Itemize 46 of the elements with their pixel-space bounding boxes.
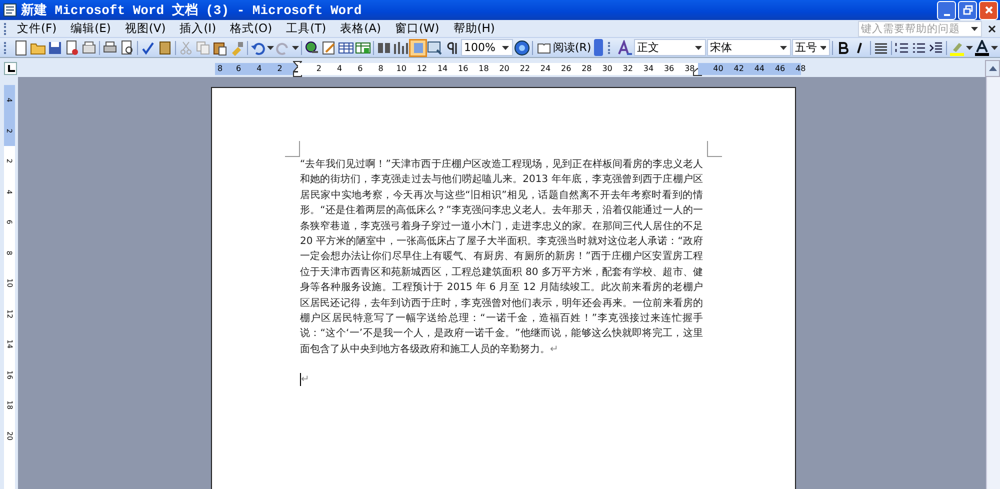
ruler-number: 16 — [457, 62, 470, 74]
ruler-number: 30 — [601, 62, 614, 74]
menu-item[interactable]: 格式(O) — [225, 21, 282, 36]
ruler-number: 2 — [276, 62, 284, 74]
ruler-number: 32 — [622, 62, 634, 74]
paragraph: “去年我们见过啊！”天津市西于庄棚户区改造工程现场，见到正在样板间看房的李忠义老人和她的街坊们，李克强走过去与他们唠起嗑儿来。2013 年年底，李克强曾到西于庄棚户区居民家中实地考察，今天再次与这些“旧相识”相见，话题自然离不开去年考察时看到的情形。“还是住着两层的高低床么？”李克强问李忠义老人。去年那天，沿着仅能通过一人的一条狭窄巷道，李克强弓着身子穿过一道小木门，走进李忠义的家。在那间三代人居住的不足 20 平方米的陋室中，一张高低床占了屋子大半面积。李克强当时就对这位老人承诺：“政府一定会想办法让你们尽早住上有暖气、有厨房、有厕所的新房！”西于庄棚户区安置房工程位于天津市西青区和苑新城西区，工程总建筑面积 80 多万平方米，配套有学校、超市、健身等各种服务设施。工程预计于 2015 年 6 月至 12 月陆续竣工。此次前来看房的老棚户区居民还记得，去年到访西于庄时，李克强曾对他们表示，明年还会再来。一位前来看房的棚户区居民特意写了一幅字送给总理：“一诺千金，造福百姓！”李克强接过来连忙握手说：“这个‘一’不是我一个人，是政府一诺千金。”他继而说，能够这么快就即将完工，这里面包含了从中央到地方各级政府和施工人员的辛勤努力。↵ — [300, 158, 703, 357]
ruler-number: 48 — [794, 62, 807, 74]
ruler-number: 14 — [436, 62, 449, 74]
ruler-number: 4 — [336, 62, 344, 74]
ruler-number: 34 — [642, 62, 655, 74]
ruler-number: 10 — [395, 62, 408, 74]
menu-item[interactable]: 表格(A) — [335, 21, 390, 36]
menu-item[interactable]: 插入(I) — [174, 21, 226, 36]
ruler-number: 22 — [518, 62, 531, 74]
ruler-number: 24 — [539, 62, 552, 74]
menu-item[interactable]: 编辑(E) — [66, 21, 120, 36]
font-dropdown[interactable]: 宋体 — [707, 39, 792, 56]
ruler-number: 6 — [235, 62, 242, 74]
ruler-number: 18 — [478, 62, 490, 74]
ruler-number: 42 — [732, 62, 745, 74]
menu-item[interactable]: 工具(T) — [281, 21, 336, 36]
ruler-number: 12 — [416, 62, 428, 74]
menu-item[interactable]: 帮助(H) — [448, 21, 504, 36]
ruler-number: 46 — [774, 62, 786, 74]
style-dropdown[interactable]: 正文 — [634, 39, 706, 56]
ruler-number: 8 — [216, 62, 224, 74]
ruler-number: 28 — [580, 62, 593, 74]
ruler-number: 38 — [684, 62, 696, 74]
menu-item[interactable]: 文件(F) — [12, 21, 66, 36]
ruler-number: 20 — [498, 62, 510, 74]
ruler-number: 4 — [256, 62, 263, 74]
help-search-field[interactable]: 键入需要帮助的问题 — [858, 20, 982, 36]
ruler-number: 8 — [377, 62, 384, 74]
paragraph-mark: ↵ — [301, 374, 310, 386]
menu-item[interactable]: 窗口(W) — [390, 21, 448, 36]
window-title: 新建 Microsoft Word 文档 (3) - Microsoft Word — [21, 2, 363, 19]
font-size-dropdown[interactable]: 五号 — [792, 39, 830, 56]
ruler-number: 44 — [753, 62, 766, 74]
ruler-number: 2 — [315, 62, 323, 74]
ruler-number: 40 — [712, 62, 724, 74]
ruler-number: 36 — [662, 62, 676, 74]
menu-item[interactable]: 视图(V) — [120, 21, 175, 36]
zoom-dropdown[interactable]: 100% — [461, 39, 513, 56]
read-button[interactable]: 阅读(R) — [535, 40, 594, 55]
ruler-number: 6 — [356, 62, 364, 74]
ruler-number: 26 — [560, 62, 572, 74]
